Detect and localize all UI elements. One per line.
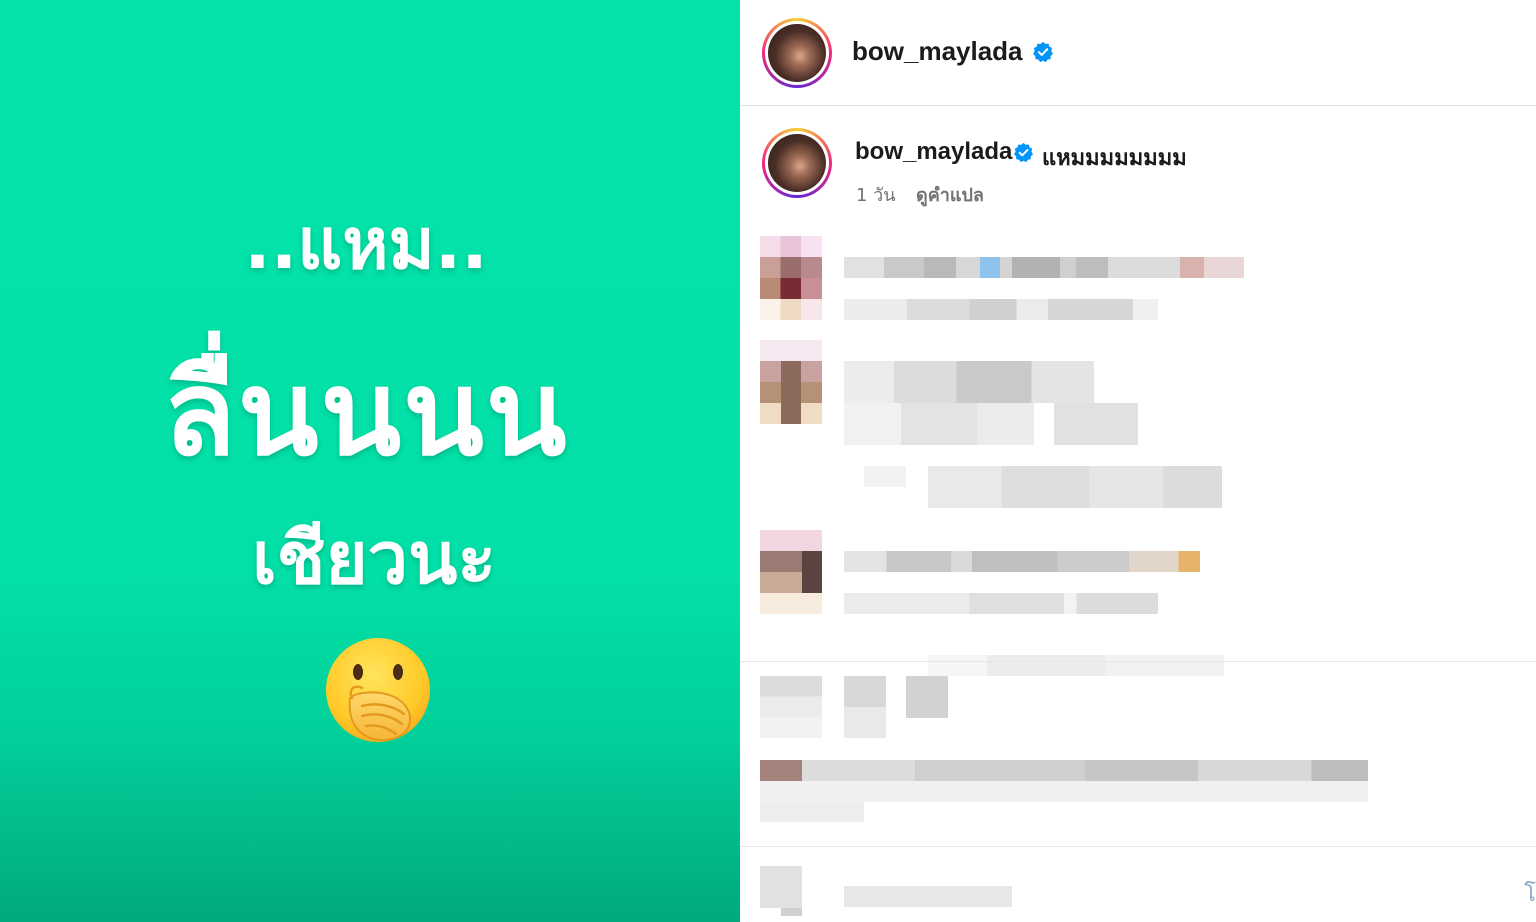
censored-comment-2 <box>760 340 1222 510</box>
post-text-line-2: ลื่นนนน <box>163 344 569 482</box>
censored-actions-row <box>760 676 950 738</box>
header-avatar[interactable] <box>762 18 832 88</box>
caption-avatar[interactable] <box>762 128 832 198</box>
post-image: ..แหม.. ลื่นนนน เชียวนะ <box>0 0 740 922</box>
verified-badge-icon <box>1033 41 1053 63</box>
header-username[interactable]: bow_maylada <box>852 36 1023 67</box>
post-button-glyph[interactable]: โ <box>1524 876 1536 911</box>
post-header: bow_maylada <box>740 0 1536 106</box>
censored-comment-3 <box>760 530 1200 614</box>
panel-divider <box>740 661 1536 662</box>
censored-comment-1 <box>760 236 1244 320</box>
caption-text: แหมมมมมมมม <box>1042 146 1187 171</box>
post-details-panel: bow_maylada bow_maylada แหมมมมมมมม 1 วัน… <box>740 0 1536 922</box>
censored-likes-row <box>760 760 1368 822</box>
caption-username[interactable]: bow_maylada <box>855 138 1012 166</box>
post-text-line-3: เชียวนะ <box>252 516 496 600</box>
post-text-line-1: ..แหม.. <box>244 203 488 285</box>
see-translation-link[interactable]: ดูคำแปล <box>916 180 984 209</box>
panel-divider <box>740 846 1536 847</box>
caption-timestamp[interactable]: 1 วัน <box>856 180 896 209</box>
censored-comment-input[interactable] <box>760 866 1012 916</box>
verified-badge-icon <box>1013 142 1034 163</box>
censored-fragment <box>928 634 1224 676</box>
face-with-hand-over-mouth-emoji <box>326 638 430 742</box>
